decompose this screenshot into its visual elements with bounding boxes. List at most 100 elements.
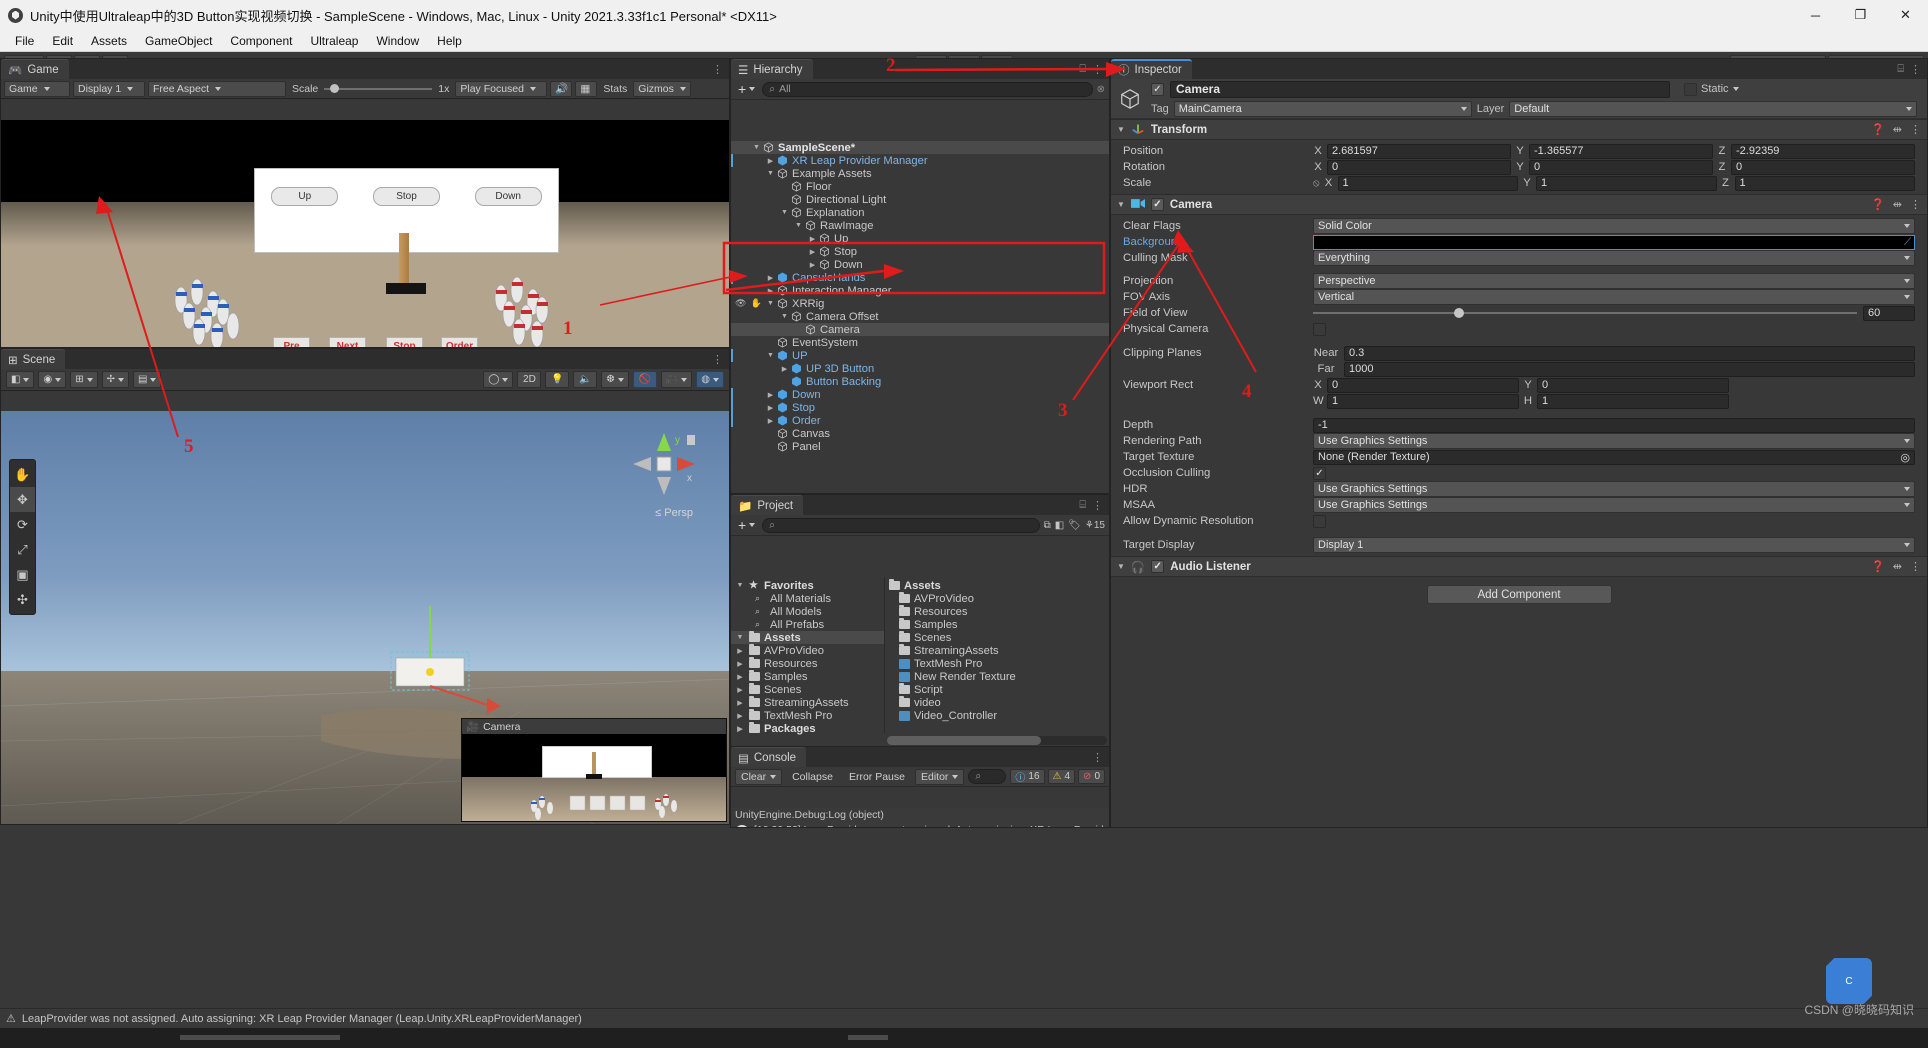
collapse-triangle-icon[interactable]: ▶	[765, 417, 776, 425]
collapse-triangle-icon[interactable]: ▶	[735, 673, 745, 681]
collapse-triangle-icon[interactable]: ▶	[735, 660, 745, 668]
hierarchy-row[interactable]: ▼ Example Assets	[731, 167, 1109, 180]
project-asset-item[interactable]: AVProVideo	[885, 592, 1109, 605]
component-header-camera[interactable]: ▼ ✓ Camera ❓ ⇹ ⋮	[1111, 194, 1927, 215]
project-tree-item[interactable]: ▶ Packages	[731, 722, 884, 735]
expand-triangle-icon[interactable]: ▼	[765, 300, 776, 307]
menu-gameobject[interactable]: GameObject	[136, 32, 221, 50]
target-display-dropdown[interactable]: Display 1	[1313, 537, 1915, 553]
preset-icon[interactable]: ⇹	[1893, 198, 1902, 211]
menu-ultraleap[interactable]: Ultraleap	[301, 32, 367, 50]
collapse-triangle-icon[interactable]: ▶	[779, 365, 790, 373]
console-entries[interactable]: UnityEngine.Debug:Log (object) ! [10:39:…	[731, 808, 1109, 827]
hierarchy-row[interactable]: ▶ Order	[731, 414, 1109, 427]
expand-triangle-icon[interactable]: ▼	[765, 170, 776, 177]
project-tree-item[interactable]: ▶ Resources	[731, 657, 884, 670]
component-header-audio-listener[interactable]: ▼ 🎧 ✓ Audio Listener ❓ ⇹ ⋮	[1111, 556, 1927, 577]
maximize-button[interactable]: ❐	[1838, 0, 1883, 30]
collapse-triangle-icon[interactable]: ▼	[1117, 125, 1125, 134]
hierarchy-row[interactable]: Panel	[731, 440, 1109, 453]
tab-game[interactable]: 🎮 Game	[1, 59, 69, 79]
culling-mask-dropdown[interactable]: Everything	[1313, 250, 1915, 266]
preset-icon[interactable]: ⇹	[1893, 123, 1902, 136]
preset-icon[interactable]: ⇹	[1893, 560, 1902, 573]
project-filter-label-icon[interactable]: 🏷	[1068, 520, 1081, 531]
project-asset-item[interactable]: Resources	[885, 605, 1109, 618]
hierarchy-row[interactable]: ▶ Interaction Manager	[731, 284, 1109, 297]
clipping-near-field[interactable]: 0.3	[1344, 345, 1915, 361]
project-asset-list[interactable]: Assets AVProVideo Resources Samples Scenes St…	[885, 577, 1109, 733]
camera-settings-button[interactable]: 🎥	[660, 371, 693, 388]
project-asset-item[interactable]: Samples	[885, 618, 1109, 631]
project-favorite-item[interactable]: ⌕ All Materials	[731, 592, 884, 605]
hierarchy-search-input[interactable]: ⌕ All	[762, 81, 1093, 97]
collapse-triangle-icon[interactable]: ▶	[807, 261, 818, 269]
field-of-view-slider[interactable]: 60	[1313, 305, 1915, 321]
kebab-menu-icon[interactable]: ⋮	[1910, 198, 1921, 211]
project-add-button[interactable]: +	[735, 517, 758, 533]
scale-slider-knob[interactable]	[330, 84, 340, 93]
help-icon[interactable]: ❓	[1871, 123, 1885, 136]
project-assets-header[interactable]: ▼ Assets	[731, 631, 884, 644]
lock-icon[interactable]: ⌸	[1079, 499, 1086, 512]
projection-dropdown[interactable]: Perspective	[1313, 273, 1915, 289]
clear-flags-dropdown[interactable]: Solid Color	[1313, 218, 1915, 234]
console-entry[interactable]: UnityEngine.Debug:Log (object)	[731, 808, 1109, 823]
audio-toggle-button[interactable]: 🔈	[573, 371, 598, 388]
hierarchy-tree[interactable]: ▼ SampleScene* ▶ XR Leap Provider Manager ▼ E…	[731, 141, 1109, 493]
console-error-count[interactable]: ⊘ 0	[1078, 769, 1105, 784]
project-filter-type-icon[interactable]: ◧	[1055, 520, 1064, 531]
viewport-y-field[interactable]: 0	[1537, 377, 1729, 393]
project-scrollbar-thumb[interactable]	[887, 736, 1041, 745]
hierarchy-row[interactable]: Button Backing	[731, 375, 1109, 388]
expand-triangle-icon[interactable]: ▼	[793, 222, 804, 229]
project-asset-item[interactable]: Scenes	[885, 631, 1109, 644]
gizmos-dropdown[interactable]: Gizmos	[633, 80, 692, 97]
position-z-field[interactable]: -2.92359	[1731, 143, 1915, 159]
hierarchy-row[interactable]: Directional Light	[731, 193, 1109, 206]
project-filter-asset-icon[interactable]: ⧉	[1044, 520, 1051, 531]
grid-snap-button[interactable]: ⊞	[70, 371, 98, 388]
object-picker-icon[interactable]: ◎	[1900, 451, 1910, 464]
collapse-triangle-icon[interactable]: ▶	[765, 274, 776, 282]
game-render-area[interactable]: Up Stop Down Pre Next Stop Order	[1, 120, 729, 347]
hierarchy-row[interactable]: ▼ UP	[731, 349, 1109, 362]
play-focused-dropdown[interactable]: Play Focused	[455, 80, 548, 97]
viewport-h-field[interactable]: 1	[1537, 393, 1729, 409]
hierarchy-row[interactable]: ▶ Up	[731, 232, 1109, 245]
project-asset-item[interactable]: StreamingAssets	[885, 644, 1109, 657]
hierarchy-row[interactable]: ▼ SampleScene*	[731, 141, 1109, 154]
hierarchy-row[interactable]: Canvas	[731, 427, 1109, 440]
grid-visibility-button[interactable]: ▤	[132, 371, 162, 388]
project-asset-item[interactable]: TextMesh Pro	[885, 657, 1109, 670]
console-log-count[interactable]: ⓘ 16	[1010, 769, 1045, 784]
menu-component[interactable]: Component	[221, 32, 301, 50]
menu-edit[interactable]: Edit	[43, 32, 82, 50]
fx-dropdown-button[interactable]: ❆	[601, 371, 629, 388]
hdr-dropdown[interactable]: Use Graphics Settings	[1313, 481, 1915, 497]
console-collapse-button[interactable]: Collapse	[786, 769, 839, 785]
project-favorites-header[interactable]: ▼ ★ Favorites	[731, 579, 884, 592]
collapse-triangle-icon[interactable]: ▶	[765, 287, 776, 295]
hierarchy-row[interactable]: ▶ UP 3D Button	[731, 362, 1109, 375]
hierarchy-row[interactable]: ▶ Down	[731, 388, 1109, 401]
project-folder-tree[interactable]: ▼ ★ Favorites ⌕ All Materials ⌕ All Models ⌕ All…	[731, 577, 885, 735]
target-texture-field[interactable]: None (Render Texture) ◎	[1313, 449, 1915, 465]
scene-visibility-button[interactable]: 🚫	[632, 371, 657, 388]
console-error-pause-button[interactable]: Error Pause	[843, 769, 911, 785]
allow-dynamic-resolution-checkbox[interactable]	[1313, 514, 1326, 528]
collapse-triangle-icon[interactable]: ▶	[807, 248, 818, 256]
hierarchy-row[interactable]: Floor	[731, 180, 1109, 193]
tab-project[interactable]: 📁 Project	[731, 495, 804, 515]
fov-axis-dropdown[interactable]: Vertical	[1313, 289, 1915, 305]
kebab-menu-icon[interactable]: ⋮	[1092, 751, 1103, 764]
expand-triangle-icon[interactable]: ▼	[779, 313, 790, 320]
lighting-toggle-button[interactable]: 💡	[545, 371, 570, 388]
project-asset-item[interactable]: video	[885, 696, 1109, 709]
static-toggle[interactable]: Static	[1684, 82, 1739, 96]
project-tree-item[interactable]: ▶ Scenes	[731, 683, 884, 696]
hierarchy-row[interactable]: ▼ Explanation	[731, 206, 1109, 219]
collapse-triangle-icon[interactable]: ▼	[1117, 200, 1125, 209]
viewport-x-field[interactable]: 0	[1327, 377, 1519, 393]
console-entry[interactable]: ! [10:39:52] LeapProvider was not assign…	[731, 823, 1109, 827]
